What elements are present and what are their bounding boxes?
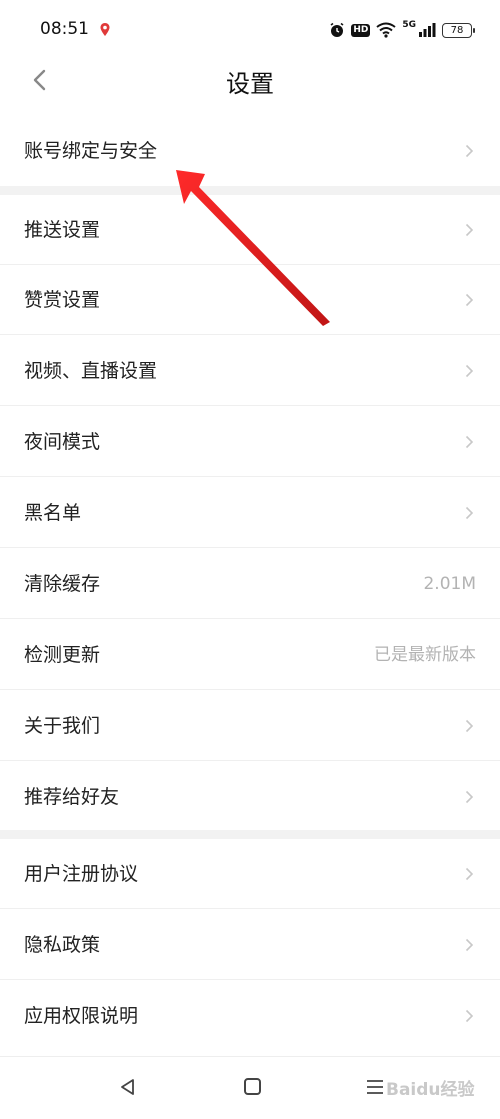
settings-item-label: 黑名单 bbox=[24, 502, 82, 524]
update-status-value: 已是最新版本 bbox=[374, 645, 476, 665]
chevron-right-icon bbox=[465, 293, 474, 307]
status-bar: 08:51 HD 5G 78 bbox=[0, 0, 500, 60]
settings-item-label: 用户注册协议 bbox=[24, 863, 139, 885]
settings-item-privacy-policy[interactable]: 隐私政策 bbox=[0, 910, 500, 980]
settings-item-permissions[interactable]: 应用权限说明 bbox=[0, 981, 500, 1051]
settings-item-recommend[interactable]: 推荐给好友 bbox=[0, 762, 500, 832]
settings-item-label: 推荐给好友 bbox=[24, 786, 120, 808]
header: 设置 bbox=[0, 60, 500, 114]
settings-item-label: 应用权限说明 bbox=[24, 1005, 139, 1027]
status-time: 08:51 bbox=[40, 19, 89, 39]
chevron-right-icon bbox=[465, 867, 474, 881]
page-title: 设置 bbox=[226, 70, 274, 98]
chevron-right-icon bbox=[465, 223, 474, 237]
battery-level: 78 bbox=[450, 24, 464, 36]
chevron-right-icon bbox=[465, 506, 474, 520]
settings-item-account-security[interactable]: 账号绑定与安全 bbox=[0, 116, 500, 186]
chevron-right-icon bbox=[465, 719, 474, 733]
settings-item-about-us[interactable]: 关于我们 bbox=[0, 691, 500, 761]
watermark: Baidu经验 bbox=[386, 1080, 475, 1100]
settings-item-reward[interactable]: 赞赏设置 bbox=[0, 265, 500, 335]
chevron-right-icon bbox=[465, 790, 474, 804]
settings-item-user-agreement[interactable]: 用户注册协议 bbox=[0, 839, 500, 909]
signal-icon bbox=[419, 23, 436, 37]
status-icons: HD 5G 78 bbox=[329, 20, 475, 40]
settings-item-blacklist[interactable]: 黑名单 bbox=[0, 478, 500, 548]
settings-item-label: 检测更新 bbox=[24, 644, 101, 666]
settings-item-clear-cache[interactable]: 清除缓存 2.01M bbox=[0, 549, 500, 619]
settings-item-label: 赞赏设置 bbox=[24, 289, 101, 311]
hd-badge: HD bbox=[351, 23, 371, 37]
home-square-icon[interactable] bbox=[244, 1078, 261, 1095]
cache-size-value: 2.01M bbox=[423, 574, 476, 594]
location-pin-icon bbox=[100, 23, 110, 36]
chevron-right-icon bbox=[465, 364, 474, 378]
wifi-icon bbox=[376, 22, 396, 38]
settings-item-video-live[interactable]: 视频、直播设置 bbox=[0, 336, 500, 406]
settings-item-label: 关于我们 bbox=[24, 715, 101, 737]
system-nav-bar: Baidu经验 bbox=[0, 1056, 500, 1119]
settings-item-label: 清除缓存 bbox=[24, 573, 101, 595]
chevron-right-icon bbox=[465, 1009, 474, 1023]
section-divider bbox=[0, 830, 500, 839]
back-triangle-icon[interactable] bbox=[118, 1077, 138, 1097]
chevron-right-icon bbox=[465, 144, 474, 158]
battery-icon: 78 bbox=[442, 22, 475, 38]
chevron-right-icon bbox=[465, 435, 474, 449]
chevron-right-icon bbox=[465, 938, 474, 952]
settings-item-check-update[interactable]: 检测更新 已是最新版本 bbox=[0, 620, 500, 690]
section-divider bbox=[0, 186, 500, 195]
alarm-icon bbox=[330, 22, 344, 37]
settings-item-night-mode[interactable]: 夜间模式 bbox=[0, 407, 500, 477]
settings-item-label: 推送设置 bbox=[24, 219, 101, 241]
settings-item-label: 夜间模式 bbox=[24, 431, 101, 453]
settings-item-label: 账号绑定与安全 bbox=[24, 140, 158, 162]
network-type-label: 5G bbox=[402, 20, 416, 30]
settings-item-label: 隐私政策 bbox=[24, 934, 101, 956]
settings-item-label: 视频、直播设置 bbox=[24, 360, 158, 382]
settings-item-push[interactable]: 推送设置 bbox=[0, 195, 500, 265]
menu-lines-icon[interactable] bbox=[365, 1077, 385, 1097]
